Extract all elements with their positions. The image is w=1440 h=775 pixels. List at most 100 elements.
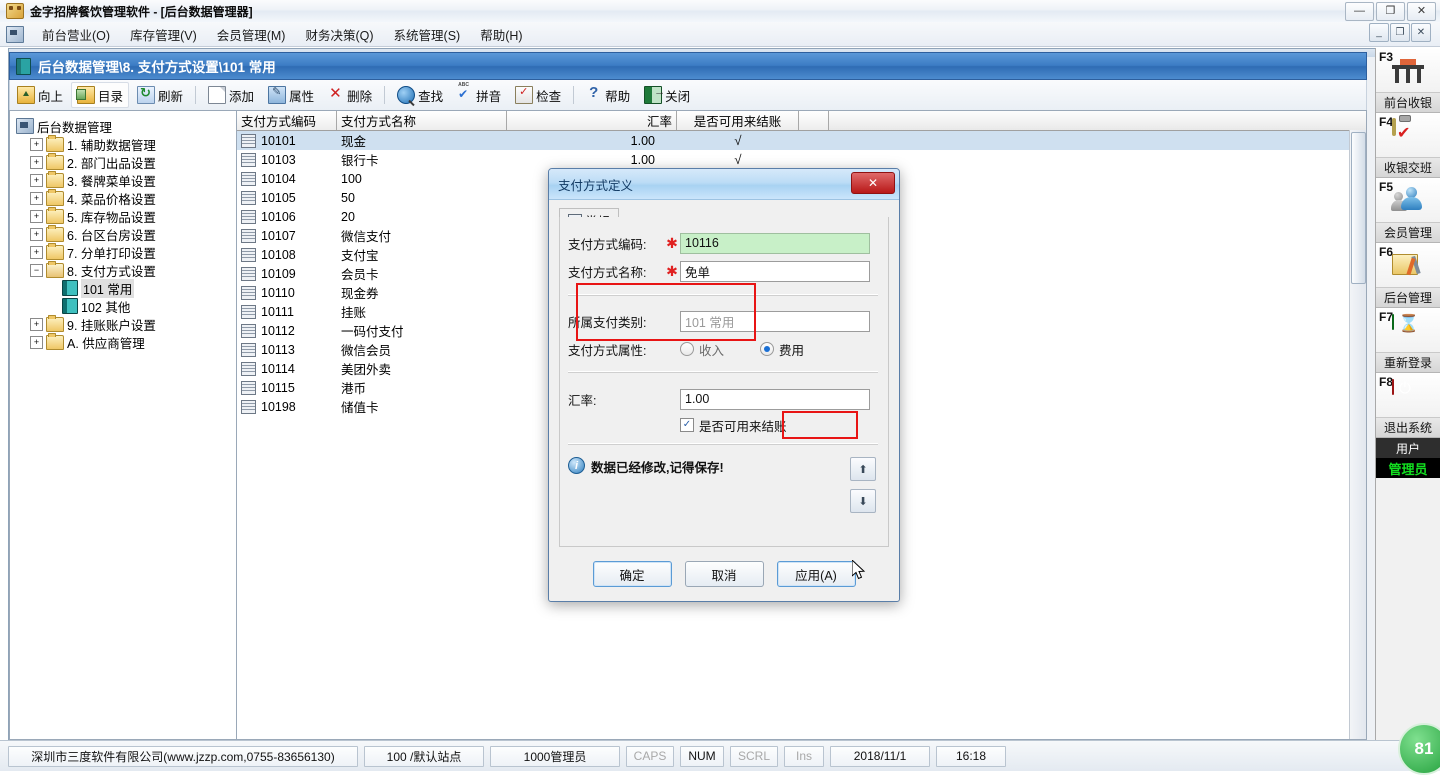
rate-input[interactable]: 1.00 (680, 388, 870, 410)
menu-item-frontdesk[interactable]: 前台营业(O) (32, 23, 120, 46)
status-station: 100 /默认站点 (364, 745, 484, 767)
toolbar-add-label: 添加 (229, 89, 255, 104)
sidebar-label-frontdesk[interactable]: 前台收银 (1376, 93, 1440, 113)
sidebar-label-shift[interactable]: 收银交班 (1376, 158, 1440, 178)
ok-button[interactable]: 确定 (592, 561, 672, 587)
status-ins: Ins (784, 745, 824, 767)
required-asterisk-icon: ✱ (666, 262, 678, 279)
dialog-panel: 支付方式编码: ✱ 10116 支付方式名称: ✱ 免单 所属支付类别: 101… (559, 217, 889, 547)
exit-door-icon (644, 86, 665, 104)
toolbar-find-button[interactable]: 查找 (391, 82, 449, 108)
sidebar-tile-f5[interactable]: F5 (1376, 178, 1440, 223)
column-header-settle[interactable]: 是否可用来结账 (677, 111, 799, 130)
sidebar-tile-f6[interactable]: F6 (1376, 243, 1440, 288)
row-icon (241, 266, 256, 281)
column-header-spacer (799, 111, 829, 130)
expander-icon[interactable]: + (30, 317, 43, 331)
settle-checkbox[interactable]: ✓ 是否可用来结账 (680, 416, 787, 435)
restore-button[interactable]: ❐ (1376, 2, 1405, 21)
sidebar-user-label: 用户 (1376, 438, 1440, 458)
tree-item-9[interactable]: + 9. 挂账账户设置 (16, 314, 236, 333)
tree-item-101-common[interactable]: 101 常用 (16, 278, 236, 298)
expander-icon[interactable]: + (30, 191, 43, 205)
spinner-up-button[interactable]: ⬆ (850, 457, 876, 481)
tree-item-1[interactable]: + 1. 辅助数据管理 (16, 134, 236, 153)
mdi-close-button[interactable]: ✕ (1411, 23, 1431, 42)
toolbar-help-button[interactable]: 帮助 (580, 82, 636, 108)
mdi-system-icon[interactable] (6, 25, 24, 43)
table-row[interactable]: 10101 现金 1.00 √ (237, 131, 1366, 150)
tree-item-5[interactable]: + 5. 库存物品设置 (16, 206, 236, 225)
code-input[interactable]: 10116 (680, 232, 870, 254)
notification-badge[interactable]: 81 (1398, 723, 1440, 775)
expander-icon[interactable]: + (30, 209, 43, 223)
expander-icon[interactable]: + (30, 245, 43, 259)
navigation-tree[interactable]: 后台数据管理 + 1. 辅助数据管理 + 2. 部门出品设置 + 3. 餐牌菜单… (10, 111, 237, 739)
sidebar-label-members[interactable]: 会员管理 (1376, 223, 1440, 243)
tree-item-3[interactable]: + 3. 餐牌菜单设置 (16, 170, 236, 189)
sidebar-label-relogin[interactable]: 重新登录 (1376, 353, 1440, 373)
minimize-button[interactable]: — (1345, 2, 1374, 21)
sidebar-tile-f3[interactable]: F3 (1376, 48, 1440, 93)
toolbar-add-button[interactable]: 添加 (202, 82, 260, 108)
close-button[interactable]: ✕ (1407, 2, 1436, 21)
expander-icon[interactable]: + (30, 227, 43, 241)
column-header-rate[interactable]: 汇率 (507, 111, 677, 130)
dialog-close-button[interactable]: ✕ (851, 172, 895, 194)
tree-item-7[interactable]: + 7. 分单打印设置 (16, 242, 236, 261)
name-input[interactable]: 免单 (680, 260, 870, 282)
toolbar-up-button[interactable]: 向上 (11, 82, 69, 108)
sidebar-tile-f8[interactable]: F8 (1376, 373, 1440, 418)
tree-item-label: 5. 库存物品设置 (67, 210, 156, 225)
radio-income[interactable]: 收入 (680, 340, 760, 359)
menu-item-finance[interactable]: 财务决策(Q) (295, 23, 383, 46)
cancel-button[interactable]: 取消 (684, 561, 764, 587)
tree-item-102-other[interactable]: 102 其他 (16, 297, 236, 315)
sidebar-tile-f4[interactable]: F4 (1376, 113, 1440, 158)
column-header-name[interactable]: 支付方式名称 (337, 111, 507, 130)
tree-item-6[interactable]: + 6. 台区台房设置 (16, 224, 236, 243)
grid-vertical-scrollbar[interactable] (1349, 130, 1366, 739)
cell-name: 现金券 (341, 287, 379, 301)
column-header-code[interactable]: 支付方式编码 (237, 111, 337, 130)
tree-item-label: 2. 部门出品设置 (67, 156, 156, 171)
expander-icon[interactable]: + (30, 335, 43, 349)
toolbar-find-label: 查找 (418, 89, 444, 104)
toolbar-close-button[interactable]: 关闭 (638, 82, 696, 108)
tree-item-a[interactable]: + A. 供应商管理 (16, 332, 236, 351)
cell-name: 50 (341, 190, 355, 205)
sidebar-label-exit[interactable]: 退出系统 (1376, 418, 1440, 438)
menu-item-help[interactable]: 帮助(H) (470, 23, 532, 46)
sidebar-label-backoffice[interactable]: 后台管理 (1376, 288, 1440, 308)
toolbar-properties-button[interactable]: 属性 (262, 82, 320, 108)
apply-button[interactable]: 应用(A) (776, 561, 856, 587)
mdi-minimize-button[interactable]: _ (1369, 23, 1389, 42)
tree-root[interactable]: 后台数据管理 (16, 117, 236, 135)
scrollbar-thumb[interactable] (1351, 132, 1366, 284)
function-sidebar: F3 前台收银 F4 收银交班 F5 会员管理 F6 后台管理 F7 重新登录 … (1375, 48, 1440, 740)
category-input[interactable]: 101 常用 (680, 310, 870, 332)
tree-item-8-payment-settings[interactable]: − 8. 支付方式设置 (16, 260, 236, 279)
menu-item-members[interactable]: 会员管理(M) (207, 23, 296, 46)
expander-icon[interactable]: + (30, 173, 43, 187)
mdi-restore-button[interactable]: ❐ (1390, 23, 1410, 42)
spinner-down-button[interactable]: ⬇ (850, 489, 876, 513)
toolbar-delete-button[interactable]: 删除 (322, 82, 378, 108)
cell-name: 美团外卖 (341, 363, 392, 377)
expander-icon[interactable]: + (30, 137, 43, 151)
tree-item-label: 102 其他 (81, 300, 131, 315)
toolbar-check-button[interactable]: 检查 (509, 82, 567, 108)
expander-icon[interactable]: − (30, 263, 43, 277)
radio-expense[interactable]: 费用 (760, 340, 804, 359)
tree-item-2[interactable]: + 2. 部门出品设置 (16, 152, 236, 171)
menu-item-system[interactable]: 系统管理(S) (384, 23, 471, 46)
toolbar-directory-button[interactable]: 目录 (71, 82, 130, 108)
toolbar-pinyin-button[interactable]: 拼音 (451, 82, 507, 108)
sidebar-tile-f7[interactable]: F7 (1376, 308, 1440, 353)
table-row[interactable]: 10103 银行卡 1.00 √ (237, 150, 1366, 169)
folder-icon (46, 188, 64, 206)
tree-item-4[interactable]: + 4. 菜品价格设置 (16, 188, 236, 207)
toolbar-refresh-button[interactable]: 刷新 (131, 82, 189, 108)
expander-icon[interactable]: + (30, 155, 43, 169)
menu-item-inventory[interactable]: 库存管理(V) (120, 23, 207, 46)
